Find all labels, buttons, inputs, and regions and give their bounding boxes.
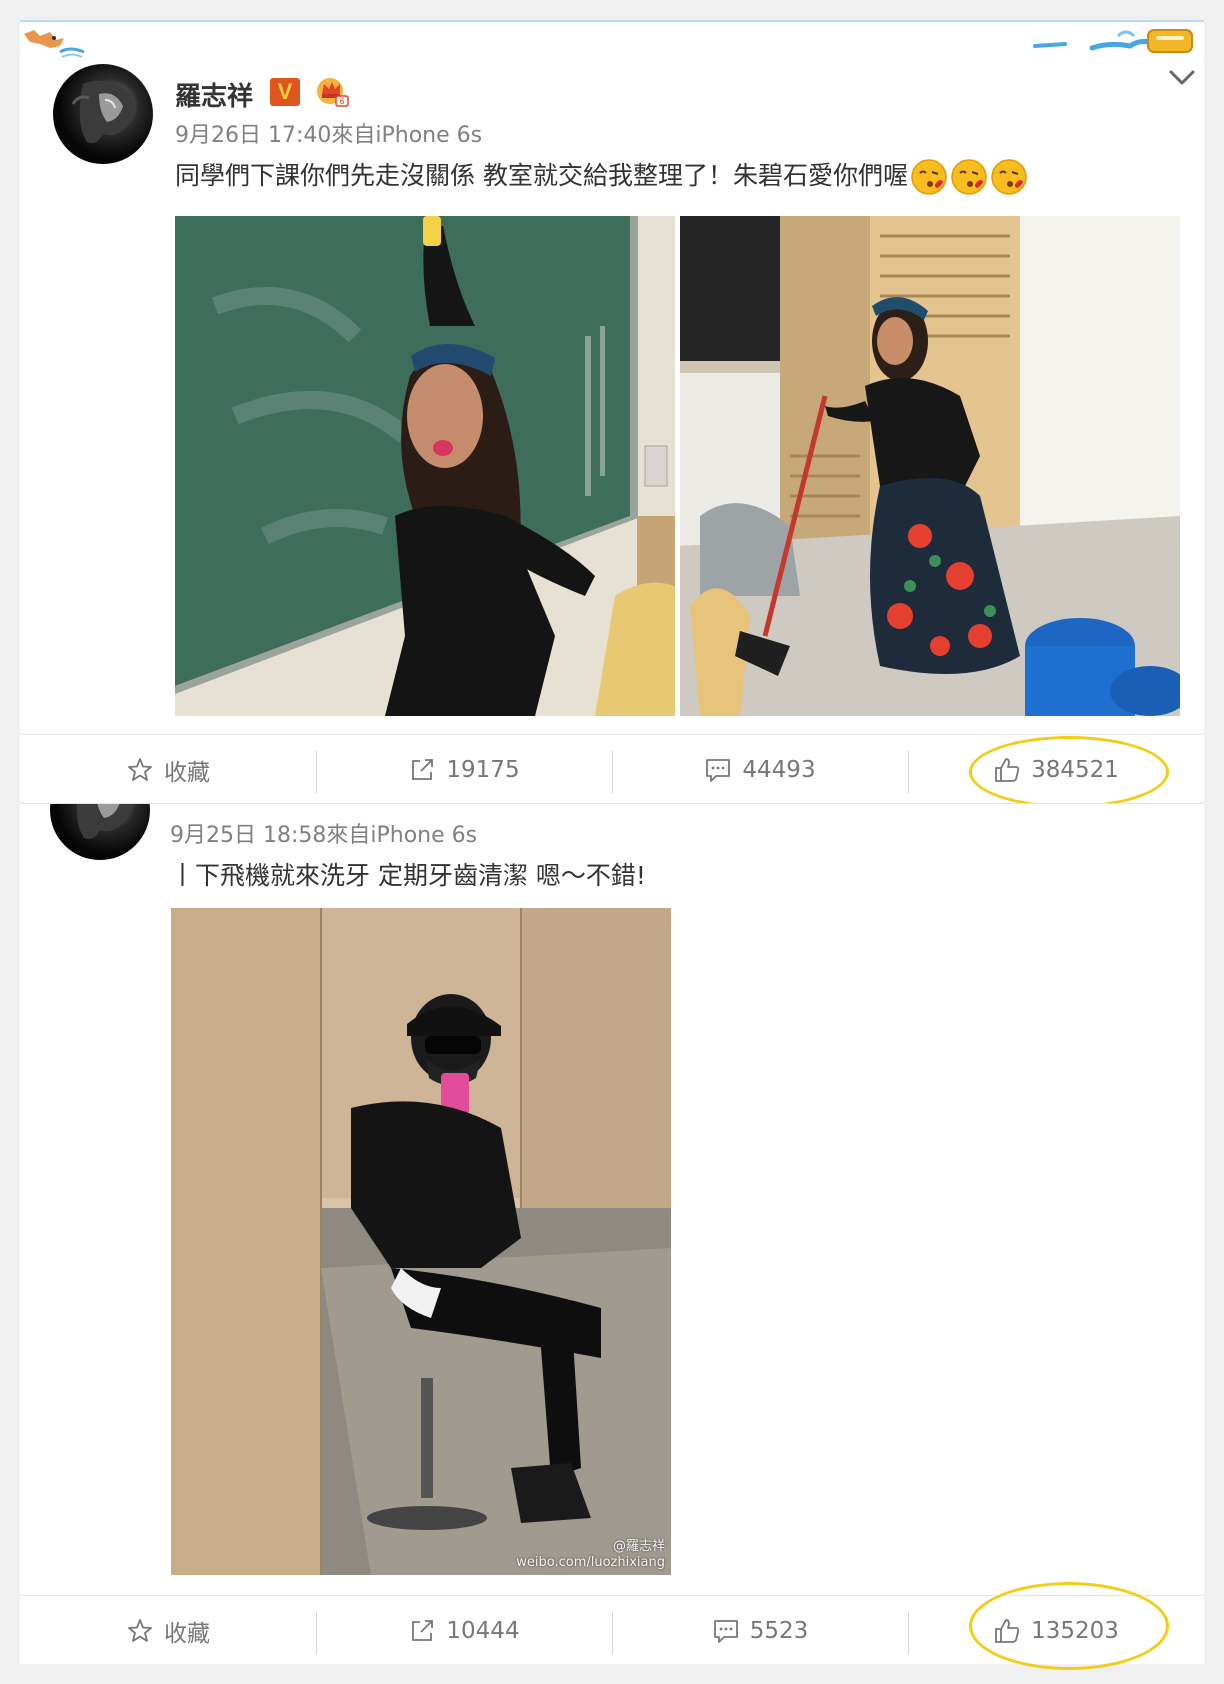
favorite-label: 收藏	[164, 1620, 210, 1647]
favorite-label: 收藏	[164, 759, 210, 786]
post-action-bar: 收藏 10444 5523 135203	[20, 1582, 1204, 1670]
comment-bubble-icon	[713, 1619, 738, 1643]
comment-count: 5523	[749, 1617, 809, 1644]
card-decoration-water-icon	[1033, 29, 1193, 53]
kiss-emoji-icon	[911, 159, 947, 195]
post-text-content: 同學們下課你們先走沒關係 教室就交給我整理了！朱碧石愛你們喔	[175, 161, 908, 190]
kiss-emoji-icon	[991, 159, 1027, 195]
like-button[interactable]: 384521	[908, 735, 1204, 808]
repost-button[interactable]: 10444	[316, 1596, 612, 1665]
author-name[interactable]: 羅志祥	[175, 76, 253, 113]
comment-bubble-icon	[706, 758, 731, 782]
kiss-emoji-icon	[951, 159, 987, 195]
post-action-bar: 收藏 19175 44493 384521	[20, 734, 1204, 808]
weibo-post-card: 9月25日 18:58來自iPhone 6s 丨下飛機就來洗牙 定期牙齒清潔 嗯…	[20, 803, 1204, 1670]
post-time-source: 9月26日 17:40來自iPhone 6s	[175, 123, 483, 148]
photo-watermark: @羅志祥 weibo.com/luozhixiang	[516, 1539, 665, 1571]
weibo-post-card: 羅志祥 V 6 9月26日 17:40來自iPhone 6s 同學們下課你們先走…	[20, 20, 1204, 808]
star-outline-icon	[128, 757, 152, 781]
post-text: 同學們下課你們先走沒關係 教室就交給我整理了！朱碧石愛你們喔	[175, 156, 1028, 196]
repost-count: 19175	[446, 756, 520, 783]
comment-count: 44493	[742, 756, 816, 783]
like-count: 135203	[1031, 1617, 1119, 1644]
favorite-button[interactable]: 收藏	[20, 1596, 316, 1665]
post-photo-chalkboard[interactable]	[175, 216, 675, 716]
comment-button[interactable]: 44493	[612, 735, 908, 804]
verified-badge-icon[interactable]: V	[270, 78, 300, 106]
post-time-source: 9月25日 18:58來自iPhone 6s	[170, 823, 478, 848]
post-photo-selfie[interactable]: @羅志祥 weibo.com/luozhixiang	[171, 908, 671, 1575]
share-arrow-icon	[412, 1619, 434, 1641]
share-arrow-icon	[412, 758, 434, 780]
thumbs-up-icon	[995, 1618, 1020, 1643]
post-text: 丨下飛機就來洗牙 定期牙齒清潔 嗯～不錯!	[170, 861, 646, 890]
repost-count: 10444	[446, 1617, 520, 1644]
star-outline-icon	[128, 1618, 152, 1642]
card-decoration-bird-icon	[24, 30, 85, 58]
svg-text:6: 6	[339, 97, 344, 106]
like-button[interactable]: 135203	[908, 1582, 1204, 1670]
like-count: 384521	[1031, 756, 1119, 783]
comment-button[interactable]: 5523	[612, 1596, 908, 1665]
watermark-handle: @羅志祥	[612, 1539, 665, 1554]
favorite-button[interactable]: 收藏	[20, 735, 316, 804]
avatar[interactable]	[53, 64, 153, 164]
thumbs-up-icon	[995, 757, 1020, 782]
repost-button[interactable]: 19175	[316, 735, 612, 804]
watermark-url: weibo.com/luozhixiang	[516, 1555, 665, 1570]
crown-member-icon[interactable]: 6	[314, 74, 350, 108]
chevron-down-icon[interactable]	[1165, 64, 1199, 90]
post-photo-mopping[interactable]	[680, 216, 1180, 716]
